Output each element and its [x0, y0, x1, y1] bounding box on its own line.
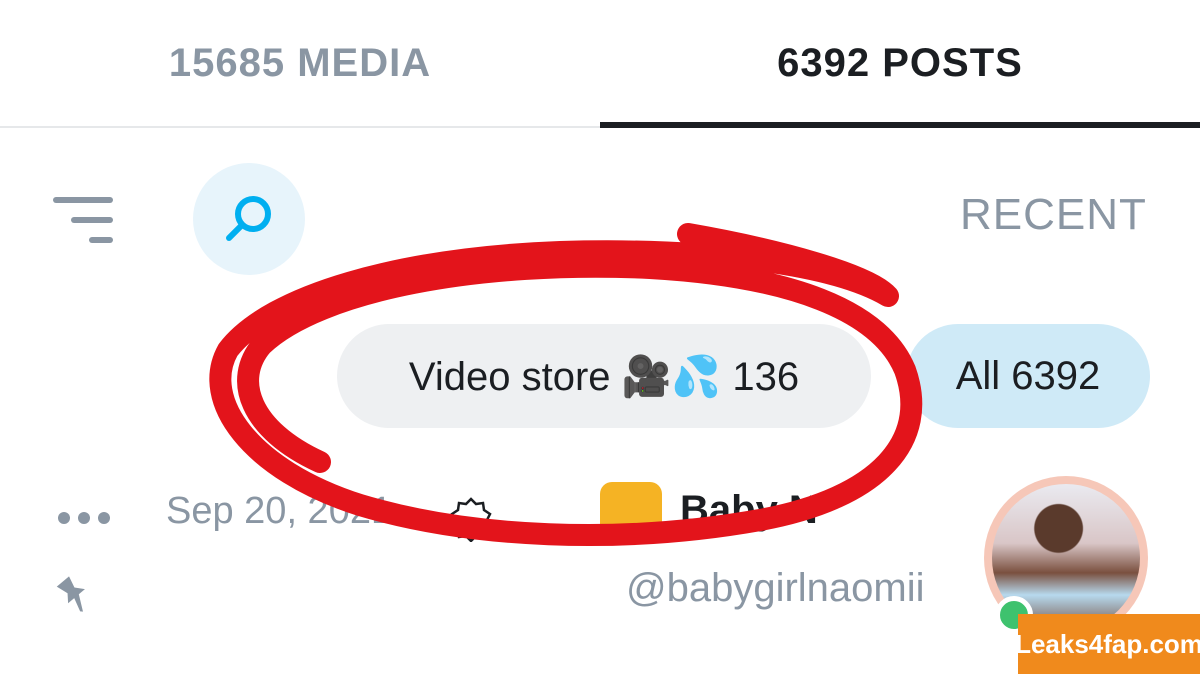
search-button[interactable] [193, 163, 305, 275]
tab-posts[interactable]: 6392 POSTS [600, 0, 1200, 126]
emoji-badge-icon [600, 482, 662, 540]
chip-all[interactable]: All 6392 [906, 324, 1150, 428]
filter-lines-icon[interactable] [52, 195, 116, 245]
tab-media[interactable]: 15685 MEDIA [0, 0, 600, 126]
tab-divider [0, 126, 600, 128]
verified-badge-icon [450, 497, 492, 542]
more-options-icon[interactable] [56, 510, 112, 526]
watermark: Leaks4fap.com [1015, 614, 1200, 674]
user-handle[interactable]: @babygirlnaomii [626, 566, 925, 611]
post-date: Sep 20, 2021 [166, 490, 393, 532]
display-name[interactable]: Baby N [680, 488, 818, 533]
pin-icon [56, 576, 85, 612]
tab-active-indicator [600, 122, 1200, 128]
search-icon [226, 196, 271, 241]
sort-label[interactable]: RECENT [960, 190, 1147, 240]
chip-all-label: All 6392 [955, 353, 1101, 398]
tab-posts-label: 6392 POSTS [777, 40, 1023, 85]
chip-video-store[interactable]: Video store 🎥💦 136 [337, 324, 871, 428]
tab-media-label: 15685 MEDIA [168, 40, 432, 85]
chip-video-store-label: Video store 🎥💦 136 [408, 354, 800, 399]
